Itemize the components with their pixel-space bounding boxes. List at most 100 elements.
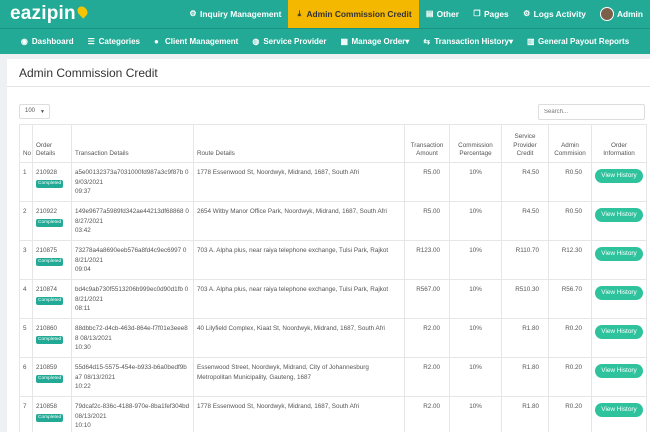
chevron-down-icon: ▾ [405,37,410,46]
download-icon: ⤓ [297,9,302,18]
page-size-value: 100 [25,108,36,114]
order-id[interactable]: 210874 [36,285,68,295]
cell-route-details: 703 A. Alpha plus, near raiya telephone … [193,240,405,280]
page-size-select[interactable]: 100 ▼ [19,104,50,119]
nav-service-provider[interactable]: ◍ Service Provider [245,37,333,46]
cell-transaction-details: bd4c9ab730f5513206b999ec0d90d1fb 08/21/2… [71,279,194,319]
top-nav-inquiry-management[interactable]: ⚙ Inquiry Management [182,0,288,28]
transaction-time: 09:37 [75,188,91,195]
header-no[interactable]: No [19,124,33,163]
header-commission-percentage[interactable]: Commission Percentage [449,124,502,163]
nav-categories[interactable]: ☰ Categories [81,37,147,46]
cell-order-details: 210858 Completed [32,396,72,432]
history-icon: ⇆ [423,36,431,46]
order-id[interactable]: 210922 [36,207,68,217]
app-logo[interactable]: eazipin [10,3,90,25]
view-history-button[interactable]: View History [595,403,643,417]
header-route-details[interactable]: Route Details [193,124,405,163]
order-id[interactable]: 210928 [36,168,68,178]
cell-provider-credit: R4.50 [501,201,549,241]
header-order-details[interactable]: Order Details [32,124,72,163]
cell-order-details: 210928 Completed [32,162,72,202]
gear-icon: ⚙ [189,9,197,18]
cell-provider-credit: R1.80 [501,396,549,432]
view-history-button[interactable]: View History [595,169,643,183]
status-badge: Completed [36,335,64,344]
page-title: Admin Commission Credit [19,66,158,80]
view-history-button[interactable]: View History [595,286,643,300]
view-history-button[interactable]: View History [595,325,643,339]
cell-no: 5 [19,318,33,358]
report-icon: ▥ [527,36,535,46]
nav-general-payout-reports[interactable]: ▥ General Payout Reports [520,37,636,46]
transaction-date: 08/13/2021 [83,373,116,381]
nav-dashboard[interactable]: ◉ Dashboard [14,37,81,46]
order-id[interactable]: 210859 [36,363,68,373]
cell-transaction-details: 88dbbc72-d4cb-463d-864e-f7f01e3eee88 08/… [71,318,194,358]
top-nav-pages[interactable]: ❐ Pages [466,0,516,28]
cell-order-details: 210875 Completed [32,240,72,280]
table-row: 1 210928 Completed a5e00132373a7031000fd987… [19,162,647,202]
top-nav-admin-commission-credit[interactable]: ⤓ Admin Commission Credit [288,0,419,28]
search-input[interactable] [538,104,645,120]
cell-order-information: View History [591,162,647,202]
cell-order-information: View History [591,240,647,280]
nav-label: Client Management [165,37,239,46]
cell-commission-percentage: 10% [449,396,502,432]
cell-route-details: 1778 Essenwood St, Noordwyk, Midrand, 16… [193,396,405,432]
nav-transaction-history[interactable]: ⇆ Transaction History ▾ [416,37,520,46]
table-row: 6 210859 Completed 55d64d15-5575-454e-b933-… [19,357,647,397]
cell-order-details: 210922 Completed [32,201,72,241]
cell-order-information: View History [591,357,647,397]
cell-admin-commission: R12.30 [548,240,592,280]
top-nav-admin[interactable]: Admin [593,0,650,28]
nav-client-management[interactable]: ● Client Management [147,37,245,46]
cell-no: 2 [19,201,33,241]
commission-table: No Order Details Transaction Details Rou… [19,124,647,432]
order-id[interactable]: 210875 [36,246,68,256]
cell-commission-percentage: 10% [449,357,502,397]
status-badge: Completed [36,374,64,383]
cell-commission-percentage: 10% [449,279,502,319]
cell-transaction-amount: R2.00 [404,318,450,358]
order-icon: ▦ [340,36,349,46]
route-text: Essenwood Street, Noordwyk, Midrand, Cit… [197,364,369,381]
cell-provider-credit: R1.80 [501,318,549,358]
main-nav: ◉ Dashboard ☰ Categories ● Client Management ◍… [0,28,650,54]
transaction-time: 08:11 [75,305,91,312]
header-provider-credit[interactable]: Service Provider Credit [501,124,549,163]
view-history-button[interactable]: View History [595,208,643,222]
pages-icon: ❐ [473,9,481,18]
nav-label: Transaction History [434,37,509,46]
status-badge: Completed [36,296,64,305]
order-id[interactable]: 210860 [36,324,68,334]
table-row: 5 210860 Completed 88dbbc72-d4cb-463d-864e-… [19,318,647,358]
header-admin-commission[interactable]: Admin Commision [548,124,592,163]
nav-label: Dashboard [31,37,74,46]
transaction-time: 10:30 [75,344,91,351]
order-id[interactable]: 210858 [36,402,68,412]
cell-transaction-amount: R5.00 [404,162,450,202]
nav-label: Manage Order [351,37,406,46]
header-order-information[interactable]: Order Information [591,124,647,163]
cell-admin-commission: R0.50 [548,201,592,241]
top-nav-label: Admin [616,9,643,19]
cell-transaction-details: 73278a4a8690eeb576a8fd4c9ec6997 08/21/20… [71,240,194,280]
route-text: 1778 Essenwood St, Noordwyk, Midrand, 16… [197,169,360,176]
top-nav: ⚙ Inquiry Management ⤓ Admin Commission Cre… [182,0,650,28]
nav-manage-order[interactable]: ▦ Manage Order ▾ [334,37,417,46]
table-header-row: No Order Details Transaction Details Rou… [19,124,647,163]
top-nav-label: Admin Commission Credit [306,9,412,19]
top-nav-logs-activity[interactable]: ⚙ Logs Activity [516,0,593,28]
gear-icon: ⚙ [523,9,531,18]
view-history-button[interactable]: View History [595,364,643,378]
globe-icon: ◍ [252,36,260,46]
table-row: 7 210858 Completed 79dcaf2c-836c-4188-970e-… [19,396,647,432]
header-transaction-details[interactable]: Transaction Details [71,124,194,163]
view-history-button[interactable]: View History [595,247,643,261]
status-badge: Completed [36,179,64,188]
header-transaction-amount[interactable]: Transaction Amount [404,124,450,163]
cell-order-information: View History [591,396,647,432]
cell-no: 3 [19,240,33,280]
top-nav-other[interactable]: ▤ Other [419,0,466,28]
